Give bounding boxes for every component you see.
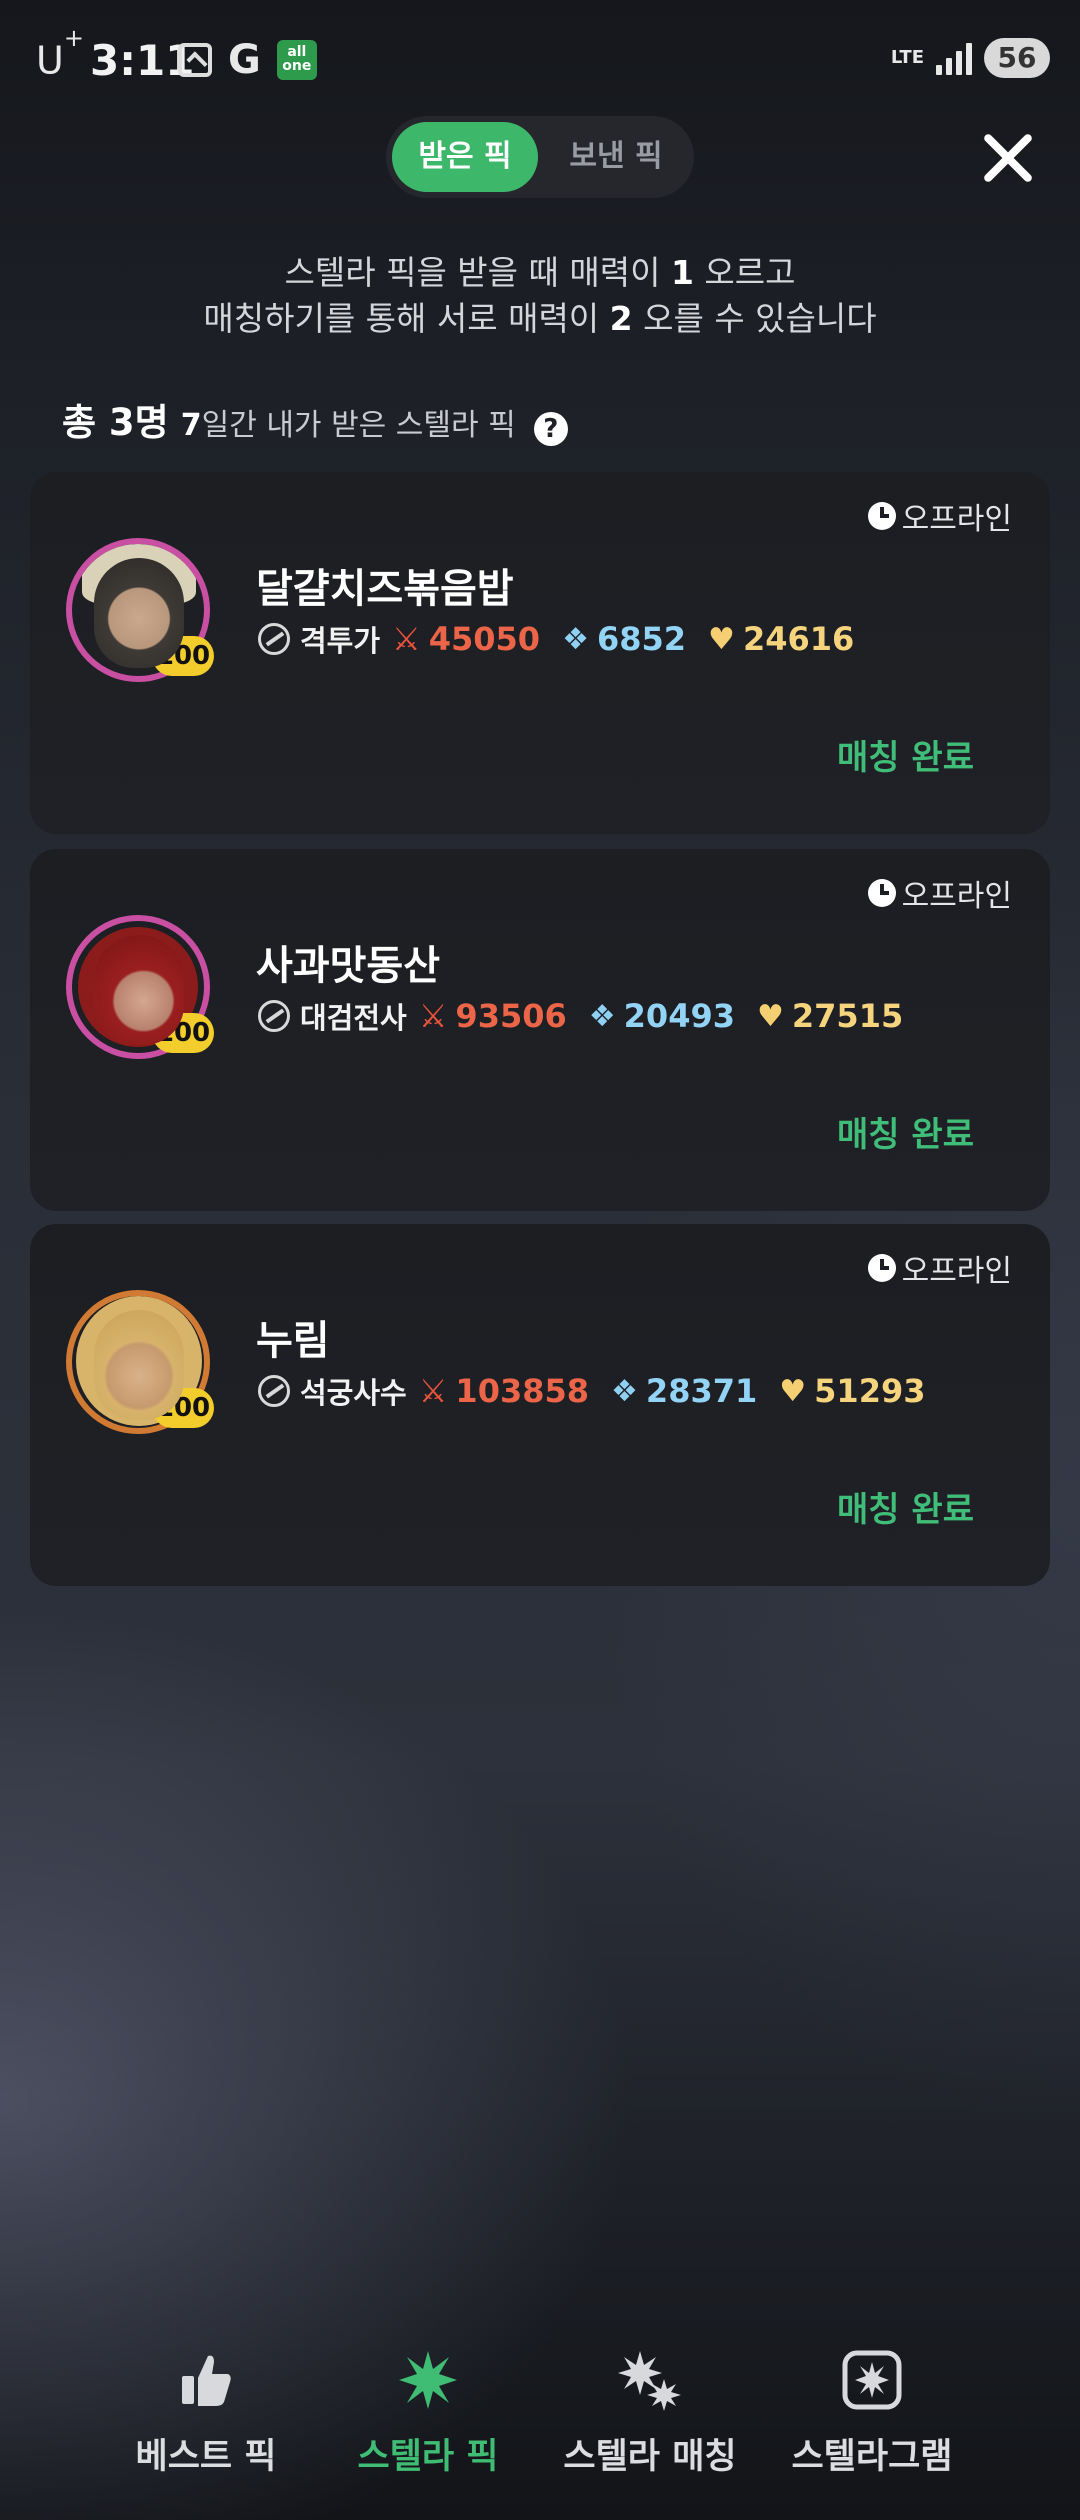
- charm-value: 27515: [791, 997, 904, 1035]
- nav-stellagram[interactable]: 스텔라그램: [762, 2346, 982, 2479]
- clock-icon: [867, 1254, 896, 1282]
- system-icons: LTE 56: [891, 38, 1050, 78]
- nav-stella-matching[interactable]: 스텔라 매칭: [540, 2346, 760, 2479]
- defense-value: 28371: [645, 1372, 758, 1410]
- charm-value: 51293: [814, 1372, 926, 1410]
- total-count: 총 3명: [62, 401, 169, 444]
- player-name: 사과맛동산: [256, 943, 440, 989]
- player-stats: 석궁사수 ⚔ 103858 ❖ 28371 ♥ 51293: [258, 1370, 925, 1412]
- google-icon: G: [228, 37, 261, 83]
- class-name: 석궁사수: [300, 1376, 407, 1410]
- clock-icon: [867, 879, 896, 907]
- nav-label: 스텔라 매칭: [563, 2437, 737, 2477]
- defense-icon: ❖: [562, 621, 589, 657]
- attack-value: 103858: [455, 1372, 590, 1410]
- info-line-2: 매칭하기를 통해 서로 매력이 2 오를 수 있습니다: [203, 299, 877, 338]
- greatsword-class-icon: [258, 1000, 290, 1032]
- class-name: 격투가: [300, 624, 381, 658]
- charm-value: 24616: [742, 620, 855, 658]
- charm-icon: ♥: [779, 1373, 807, 1409]
- lte-icon: LTE: [890, 47, 924, 68]
- pick-card[interactable]: 오프라인 100 달걀치즈볶음밥 격투가 ⚔ 45050 ❖ 6852 ♥ 24…: [30, 472, 1050, 834]
- player-stats: 격투가 ⚔ 45050 ❖ 6852 ♥ 24616: [258, 618, 854, 660]
- bottom-nav: 베스트 픽 스텔라 픽 스텔라 매칭 스텔라그램: [0, 2326, 1080, 2520]
- class-name: 대검전사: [300, 1001, 407, 1035]
- nav-stella-pick[interactable]: 스텔라 픽: [318, 2346, 538, 2479]
- help-icon[interactable]: ?: [533, 412, 568, 446]
- pick-summary: 총 3명 7일간 내가 받은 스텔라 픽 ?: [62, 392, 568, 446]
- online-status: 오프라인: [867, 494, 1012, 538]
- charm-icon: ♥: [756, 998, 784, 1034]
- player-stats: 대검전사 ⚔ 93506 ❖ 20493 ♥ 27515: [258, 995, 903, 1037]
- attack-icon: ⚔: [418, 1372, 448, 1410]
- pick-tabs: 받은 픽 보낸 픽: [386, 116, 694, 198]
- tab-sent-picks[interactable]: 보낸 픽: [544, 122, 688, 192]
- charm-icon: ♥: [708, 621, 735, 657]
- stellagram-icon: [762, 2346, 982, 2414]
- notification-icons: G all one: [178, 40, 317, 80]
- defense-icon: ❖: [611, 1373, 638, 1409]
- nav-label: 베스트 픽: [135, 2437, 277, 2477]
- attack-icon: ⚔: [392, 620, 421, 658]
- defense-value: 6852: [596, 620, 687, 658]
- pick-card[interactable]: 오프라인 100 사과맛동산 대검전사 ⚔ 93506 ❖ 20493 ♥ 27…: [30, 849, 1050, 1211]
- clock-icon: [867, 502, 896, 530]
- fighter-class-icon: [258, 623, 290, 655]
- thumbs-up-icon: [96, 2346, 316, 2414]
- attack-value: 93506: [455, 997, 567, 1035]
- nav-best-pick[interactable]: 베스트 픽: [96, 2346, 316, 2479]
- tab-received-picks[interactable]: 받은 픽: [392, 122, 538, 192]
- player-name: 달걀치즈볶음밥: [256, 566, 514, 612]
- info-line-1: 스텔라 픽을 받을 때 매력이 1 오르고: [284, 253, 796, 292]
- signal-icon: [936, 41, 972, 75]
- nav-label: 스텔라그램: [791, 2437, 953, 2477]
- carrier-label: U+: [36, 24, 84, 83]
- pick-card[interactable]: 오프라인 100 누림 석궁사수 ⚔ 103858 ❖ 28371 ♥ 5129…: [30, 1224, 1050, 1586]
- match-complete-button[interactable]: 매칭 완료: [837, 1107, 974, 1156]
- online-status: 오프라인: [867, 1246, 1012, 1290]
- info-text: 스텔라 픽을 받을 때 매력이 1 오르고 매칭하기를 통해 서로 매력이 2 …: [0, 250, 1080, 342]
- close-icon[interactable]: [976, 126, 1040, 190]
- defense-icon: ❖: [588, 998, 616, 1034]
- match-complete-button[interactable]: 매칭 완료: [837, 1482, 974, 1531]
- gallery-icon: [178, 43, 212, 77]
- battery-indicator: 56: [984, 38, 1050, 78]
- sparkles-icon: [540, 2346, 760, 2414]
- crossbow-class-icon: [258, 1375, 290, 1407]
- star-burst-icon: [318, 2346, 538, 2414]
- player-name: 누림: [256, 1318, 330, 1364]
- attack-value: 45050: [428, 620, 541, 658]
- defense-value: 20493: [623, 997, 735, 1035]
- online-status: 오프라인: [867, 871, 1012, 915]
- status-bar: U+ 3:11 G all one LTE 56: [0, 0, 1080, 120]
- nav-label: 스텔라 픽: [357, 2437, 499, 2477]
- allone-app-icon: all one: [276, 40, 317, 80]
- attack-icon: ⚔: [418, 997, 448, 1035]
- period-label: 7일간 내가 받은 스텔라 픽: [180, 408, 516, 443]
- match-complete-button[interactable]: 매칭 완료: [837, 730, 974, 779]
